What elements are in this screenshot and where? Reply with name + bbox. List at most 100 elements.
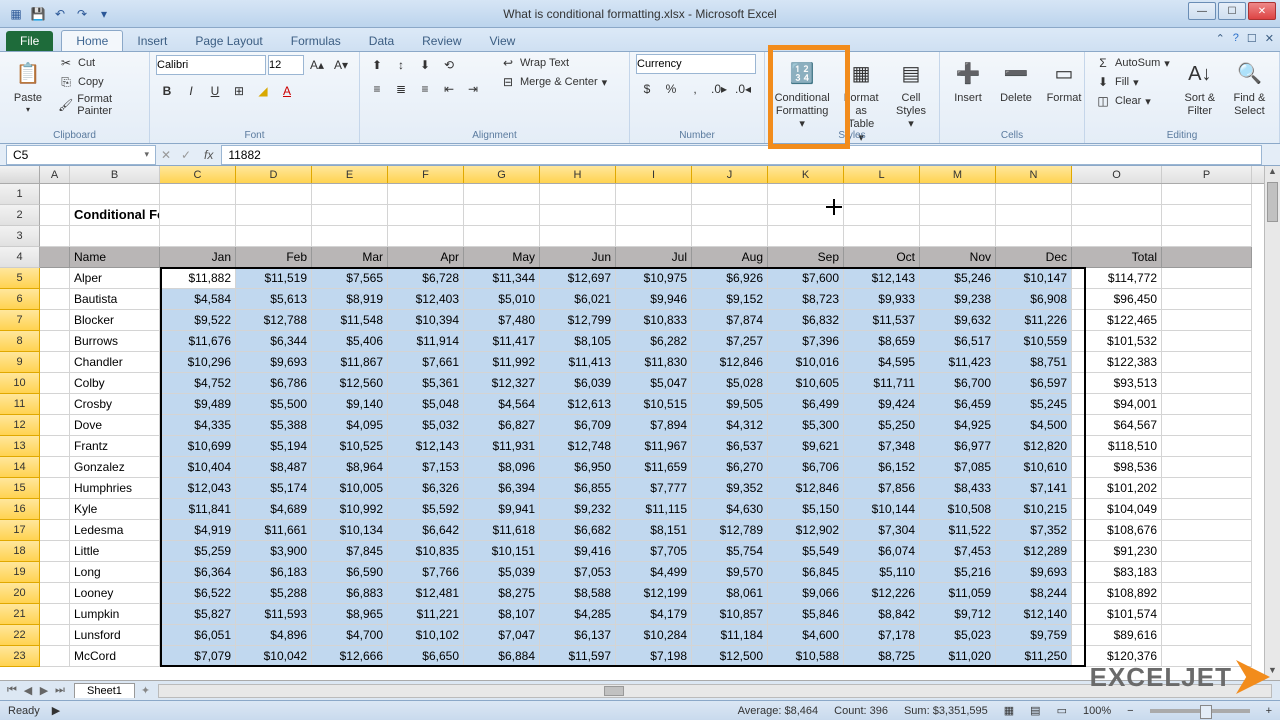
cell[interactable]: $7,153	[388, 457, 464, 478]
wrap-text-button[interactable]: ↩Wrap Text	[496, 54, 611, 72]
align-right-icon[interactable]: ≡	[414, 78, 436, 100]
conditional-formatting-button[interactable]: 🔢Conditional Formatting ▾	[771, 54, 833, 136]
cell[interactable]: Blocker	[70, 310, 160, 331]
cell[interactable]: $9,933	[844, 289, 920, 310]
cell[interactable]: $4,285	[540, 604, 616, 625]
cell[interactable]: $6,908	[996, 289, 1072, 310]
col-header-F[interactable]: F	[388, 166, 464, 183]
cell[interactable]: Feb	[236, 247, 312, 268]
cell[interactable]: Long	[70, 562, 160, 583]
cell[interactable]: $5,406	[312, 331, 388, 352]
cell[interactable]	[540, 226, 616, 247]
cell[interactable]: $10,835	[388, 541, 464, 562]
col-header-A[interactable]: A	[40, 166, 70, 183]
cell[interactable]: $5,250	[844, 415, 920, 436]
cell[interactable]	[1072, 205, 1162, 226]
cell[interactable]: Name	[70, 247, 160, 268]
view-pagebreak-icon[interactable]: ▭	[1057, 704, 1067, 717]
bold-button[interactable]: B	[156, 80, 178, 102]
cell[interactable]	[40, 394, 70, 415]
cell[interactable]: $8,842	[844, 604, 920, 625]
cell[interactable]: $5,592	[388, 499, 464, 520]
cell[interactable]: $8,723	[768, 289, 844, 310]
cell[interactable]: $6,039	[540, 373, 616, 394]
fill-button[interactable]: ⬇Fill ▾	[1091, 73, 1174, 91]
cell[interactable]: $11,882	[160, 268, 236, 289]
cell[interactable]: $11,423	[920, 352, 996, 373]
cell[interactable]: $118,510	[1072, 436, 1162, 457]
cell[interactable]: $12,846	[768, 478, 844, 499]
cell[interactable]: $10,394	[388, 310, 464, 331]
cell[interactable]	[40, 331, 70, 352]
cell[interactable]: $10,144	[844, 499, 920, 520]
cell[interactable]: $11,992	[464, 352, 540, 373]
cell[interactable]: $11,226	[996, 310, 1072, 331]
cell[interactable]: $11,537	[844, 310, 920, 331]
cell[interactable]	[1162, 520, 1252, 541]
cell[interactable]: $10,005	[312, 478, 388, 499]
row-header[interactable]: 20	[0, 583, 40, 604]
cell[interactable]: $11,711	[844, 373, 920, 394]
cell[interactable]: $5,194	[236, 436, 312, 457]
first-sheet-icon[interactable]: ⏮	[4, 684, 20, 697]
cell[interactable]: $12,799	[540, 310, 616, 331]
tab-formulas[interactable]: Formulas	[277, 31, 355, 51]
cell[interactable]: $6,522	[160, 583, 236, 604]
cell[interactable]: $7,198	[616, 646, 692, 667]
cell[interactable]	[40, 436, 70, 457]
cell[interactable]: $5,047	[616, 373, 692, 394]
last-sheet-icon[interactable]: ⏭	[52, 684, 68, 697]
cell[interactable]: $6,137	[540, 625, 616, 646]
row-header[interactable]: 17	[0, 520, 40, 541]
cell[interactable]: Looney	[70, 583, 160, 604]
zoom-slider[interactable]	[1150, 709, 1250, 713]
window-close-icon[interactable]: ✕	[1265, 32, 1274, 45]
cell[interactable]: $11,931	[464, 436, 540, 457]
font-name-combo[interactable]	[156, 55, 266, 75]
cell[interactable]: $6,537	[692, 436, 768, 457]
cell[interactable]: $10,296	[160, 352, 236, 373]
col-header-K[interactable]: K	[768, 166, 844, 183]
cell[interactable]: $94,001	[1072, 394, 1162, 415]
cell[interactable]: $6,884	[464, 646, 540, 667]
cell[interactable]: $6,706	[768, 457, 844, 478]
cell[interactable]	[844, 226, 920, 247]
cell[interactable]: $9,152	[692, 289, 768, 310]
underline-button[interactable]: U	[204, 80, 226, 102]
cell[interactable]	[40, 268, 70, 289]
cell[interactable]: $10,134	[312, 520, 388, 541]
cell[interactable]	[1162, 625, 1252, 646]
cell[interactable]: $104,049	[1072, 499, 1162, 520]
cell[interactable]: $8,151	[616, 520, 692, 541]
cell[interactable]	[236, 226, 312, 247]
cell[interactable]: $11,914	[388, 331, 464, 352]
cell[interactable]: $4,095	[312, 415, 388, 436]
cell[interactable]: $10,147	[996, 268, 1072, 289]
cell[interactable]: $7,257	[692, 331, 768, 352]
find-select-button[interactable]: 🔍Find & Select	[1226, 54, 1273, 122]
cell[interactable]: Dec	[996, 247, 1072, 268]
cell[interactable]: Burrows	[70, 331, 160, 352]
cell[interactable]: $12,748	[540, 436, 616, 457]
cell[interactable]: $12,199	[616, 583, 692, 604]
cell[interactable]	[160, 184, 236, 205]
cell[interactable]	[692, 184, 768, 205]
cell[interactable]: $6,270	[692, 457, 768, 478]
font-color-button[interactable]: A	[276, 80, 298, 102]
indent-decrease-icon[interactable]: ⇤	[438, 78, 460, 100]
cell[interactable]: $4,630	[692, 499, 768, 520]
cell[interactable]: $7,053	[540, 562, 616, 583]
cell[interactable]: $12,846	[692, 352, 768, 373]
cell[interactable]	[388, 184, 464, 205]
cell[interactable]: $11,344	[464, 268, 540, 289]
cell[interactable]: $6,827	[464, 415, 540, 436]
cell[interactable]: $98,536	[1072, 457, 1162, 478]
window-restore-icon[interactable]: ☐	[1247, 32, 1257, 45]
align-left-icon[interactable]: ≡	[366, 78, 388, 100]
delete-cells-button[interactable]: ➖Delete	[994, 54, 1038, 109]
comma-icon[interactable]: ,	[684, 78, 706, 100]
cell[interactable]: $10,042	[236, 646, 312, 667]
cell[interactable]: $12,043	[160, 478, 236, 499]
cell[interactable]: Kyle	[70, 499, 160, 520]
cell[interactable]: $11,059	[920, 583, 996, 604]
